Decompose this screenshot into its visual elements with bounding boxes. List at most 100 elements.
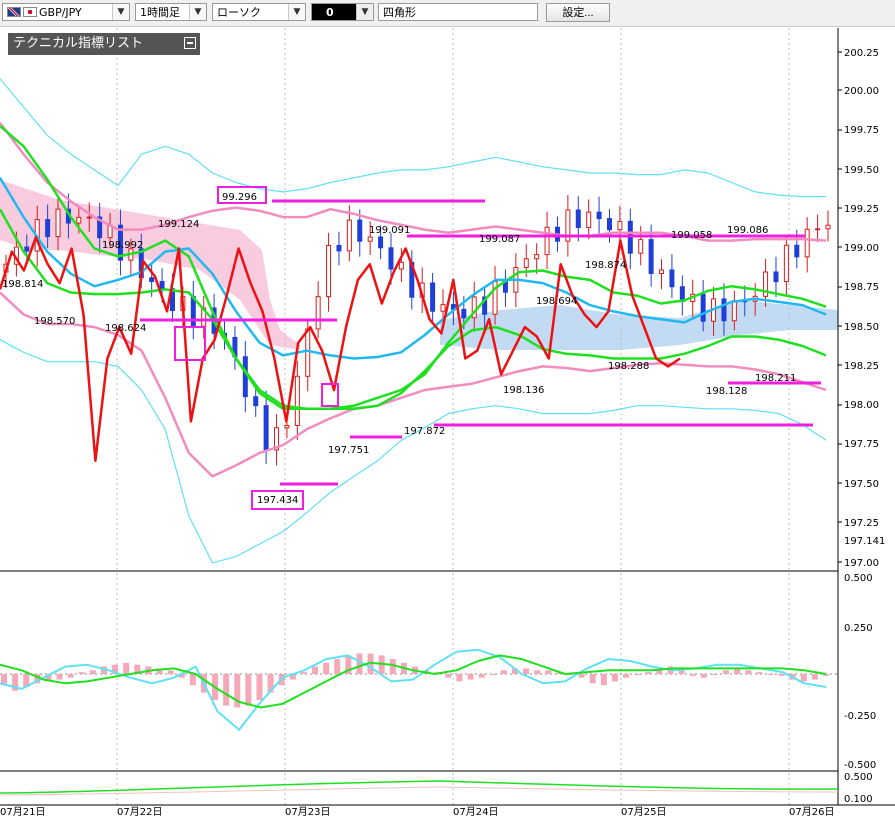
price-label: 99.296 bbox=[222, 192, 257, 203]
price-label: 198.136 bbox=[503, 385, 544, 396]
macd-histogram-bar bbox=[678, 670, 685, 674]
price-label: 198.288 bbox=[608, 361, 649, 372]
candle-body bbox=[721, 298, 727, 322]
sub-axis: 0.500 0.100 bbox=[844, 772, 873, 805]
y-tick-label: 197.00 bbox=[844, 558, 879, 569]
price-label: 199.091 bbox=[369, 225, 410, 236]
macd-histogram-bar bbox=[445, 674, 452, 678]
candle-body bbox=[346, 219, 352, 252]
candle-body bbox=[669, 269, 675, 288]
candle-body bbox=[606, 218, 612, 231]
macd-histogram-bar bbox=[500, 670, 507, 674]
candle-body bbox=[284, 424, 290, 429]
candle-body bbox=[326, 244, 332, 298]
candle-body bbox=[440, 304, 446, 312]
macd-histogram-bar bbox=[811, 674, 818, 680]
candle-body bbox=[804, 228, 810, 258]
y-tick-label: -0.500 bbox=[844, 760, 876, 771]
price-axis: 200.25 200.00 199.75 199.50 199.25 199.0… bbox=[844, 48, 885, 569]
candle-body bbox=[783, 244, 789, 283]
candle-body bbox=[534, 254, 540, 260]
y-tick-label: 199.25 bbox=[844, 204, 879, 215]
candle-body bbox=[523, 258, 529, 268]
macd-histogram-bar bbox=[589, 674, 596, 684]
bollinger_lower_2-line bbox=[0, 339, 827, 564]
y-tick-label: 198.50 bbox=[844, 322, 879, 333]
y-tick-label: 0.500 bbox=[844, 573, 873, 584]
price-label: 198.211 bbox=[755, 373, 796, 384]
macd-histogram-bar bbox=[256, 674, 263, 701]
macd-histogram-bar bbox=[600, 674, 607, 686]
macd-histogram-bar bbox=[700, 674, 707, 678]
x-tick-label: 07月21日 bbox=[0, 806, 45, 818]
macd-histogram-bar bbox=[456, 674, 463, 682]
macd-histogram-bar bbox=[356, 653, 363, 674]
candle-body bbox=[263, 405, 269, 451]
macd-histogram-bar bbox=[123, 662, 130, 674]
price-label: 198.694 bbox=[536, 296, 577, 307]
macd-histogram-bar bbox=[623, 674, 630, 678]
y-tick-label: 197.25 bbox=[844, 518, 879, 529]
macd-histogram-bar bbox=[167, 670, 174, 674]
macd-line bbox=[0, 648, 827, 731]
macd-histogram-bar bbox=[312, 666, 319, 674]
price-label: 199.124 bbox=[158, 219, 199, 230]
candle-body bbox=[190, 296, 196, 327]
minimize-icon[interactable] bbox=[184, 37, 196, 49]
macd-histogram-bar bbox=[223, 674, 230, 706]
candle-body bbox=[596, 211, 602, 220]
candle-body bbox=[700, 293, 706, 322]
macd-histogram-bar bbox=[745, 670, 752, 674]
date-axis: 07月21日 07月22日 07月23日 07月24日 07月25日 07月26… bbox=[0, 806, 834, 818]
macd-histogram-bar bbox=[711, 674, 718, 675]
price-label: 199.058 bbox=[671, 230, 712, 241]
macd-histogram-bar bbox=[578, 674, 585, 678]
price-label: 198.128 bbox=[706, 386, 747, 397]
macd-histogram-bar bbox=[778, 674, 785, 676]
candle-body bbox=[544, 226, 550, 256]
candle-body bbox=[305, 328, 311, 377]
bollinger_upper_2-line bbox=[0, 78, 826, 198]
price-label: 197.872 bbox=[404, 426, 445, 437]
y-tick-label: 200.25 bbox=[844, 48, 879, 59]
macd-histogram-bar bbox=[89, 670, 96, 674]
y-tick-label: 197.141 bbox=[844, 536, 885, 547]
candle-body bbox=[24, 246, 30, 252]
x-tick-label: 07月25日 bbox=[621, 806, 666, 818]
macd-histogram-bar bbox=[489, 674, 496, 675]
macd-histogram-bar bbox=[245, 674, 252, 706]
candle-body bbox=[617, 220, 623, 231]
y-tick-label: 198.00 bbox=[844, 400, 879, 411]
candle-body bbox=[638, 239, 644, 254]
price-label: 198.992 bbox=[102, 240, 143, 251]
candle-body bbox=[586, 211, 592, 229]
chart-grid bbox=[0, 28, 895, 806]
indicator-list-tab[interactable]: テクニカル指標リスト bbox=[8, 33, 200, 55]
candle-body bbox=[378, 236, 384, 249]
price-label: 197.434 bbox=[257, 495, 298, 506]
ichimoku-cloud-blue bbox=[440, 300, 838, 350]
candle-body bbox=[76, 216, 82, 224]
macd-histogram-bar bbox=[300, 672, 307, 674]
macd-histogram-bar bbox=[634, 674, 641, 675]
y-tick-label: 199.00 bbox=[844, 243, 879, 254]
candle-body bbox=[731, 300, 737, 322]
candle-body bbox=[388, 247, 394, 270]
macd-histogram-bar bbox=[523, 668, 530, 674]
candle-body bbox=[659, 269, 665, 274]
candle-body bbox=[159, 280, 165, 290]
candle-body bbox=[367, 236, 373, 242]
macd-histogram-bar bbox=[645, 672, 652, 674]
macd-histogram-bar bbox=[478, 674, 485, 678]
rectangle-annotation bbox=[174, 326, 206, 361]
price-label: 198.624 bbox=[105, 323, 146, 334]
y-tick-label: 197.75 bbox=[844, 439, 879, 450]
price-label: 198.874 bbox=[585, 260, 626, 271]
macd-histogram-bar bbox=[800, 674, 807, 682]
price-label: 198.570 bbox=[34, 316, 75, 327]
macd-histogram-bar bbox=[56, 674, 63, 680]
price-labels: 198.814 198.570 198.992 198.624 199.124 … bbox=[2, 192, 796, 506]
candle-body bbox=[55, 208, 61, 238]
macd-histogram-bar bbox=[723, 670, 730, 674]
indicator-list-label: テクニカル指標リスト bbox=[13, 36, 144, 51]
